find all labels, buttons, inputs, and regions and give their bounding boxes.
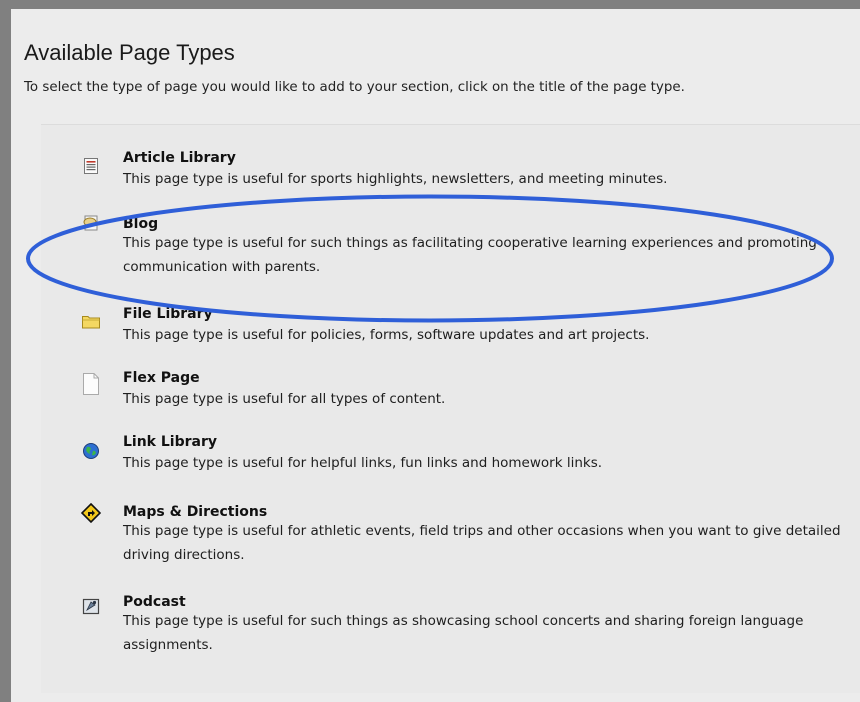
- page-type-title[interactable]: Article Library: [123, 149, 236, 167]
- page-type-description: This page type is useful for sports high…: [123, 171, 668, 187]
- page-type-maps-directions[interactable]: Maps & Directions This page type is usef…: [41, 503, 860, 573]
- page-type-podcast[interactable]: Podcast This page type is useful for suc…: [41, 593, 860, 663]
- page-type-title[interactable]: Link Library: [123, 433, 217, 451]
- page-type-flex-page[interactable]: Flex Page This page type is useful for a…: [41, 369, 860, 415]
- instructions-text: To select the type of page you would lik…: [24, 80, 685, 95]
- article-library-icon: [81, 156, 101, 176]
- page-type-title[interactable]: File Library: [123, 305, 213, 323]
- blank-page-icon: [81, 373, 101, 395]
- folder-icon: [81, 311, 101, 331]
- page-type-link-library[interactable]: Link Library This page type is useful fo…: [41, 433, 860, 479]
- page-title: Available Page Types: [24, 40, 235, 65]
- page-type-file-library[interactable]: File Library This page type is useful fo…: [41, 305, 860, 351]
- page-type-description: This page type is useful for athletic ev…: [123, 523, 841, 563]
- podcast-icon: [81, 596, 101, 616]
- blog-icon: [81, 213, 101, 233]
- page-type-title[interactable]: Flex Page: [123, 369, 200, 387]
- page-type-list: Article Library This page type is useful…: [41, 124, 860, 693]
- page-type-blog[interactable]: Blog This page type is useful for such t…: [41, 215, 860, 285]
- page-type-description: This page type is useful for policies, f…: [123, 327, 650, 343]
- globe-icon: [81, 441, 101, 461]
- page-type-description: This page type is useful for helpful lin…: [123, 455, 603, 471]
- page-type-description: This page type is useful for such things…: [123, 613, 804, 653]
- page-type-article-library[interactable]: Article Library This page type is useful…: [41, 149, 860, 195]
- directions-sign-icon: [81, 503, 101, 523]
- page-type-description: This page type is useful for all types o…: [123, 391, 446, 407]
- page-type-description: This page type is useful for such things…: [123, 235, 817, 275]
